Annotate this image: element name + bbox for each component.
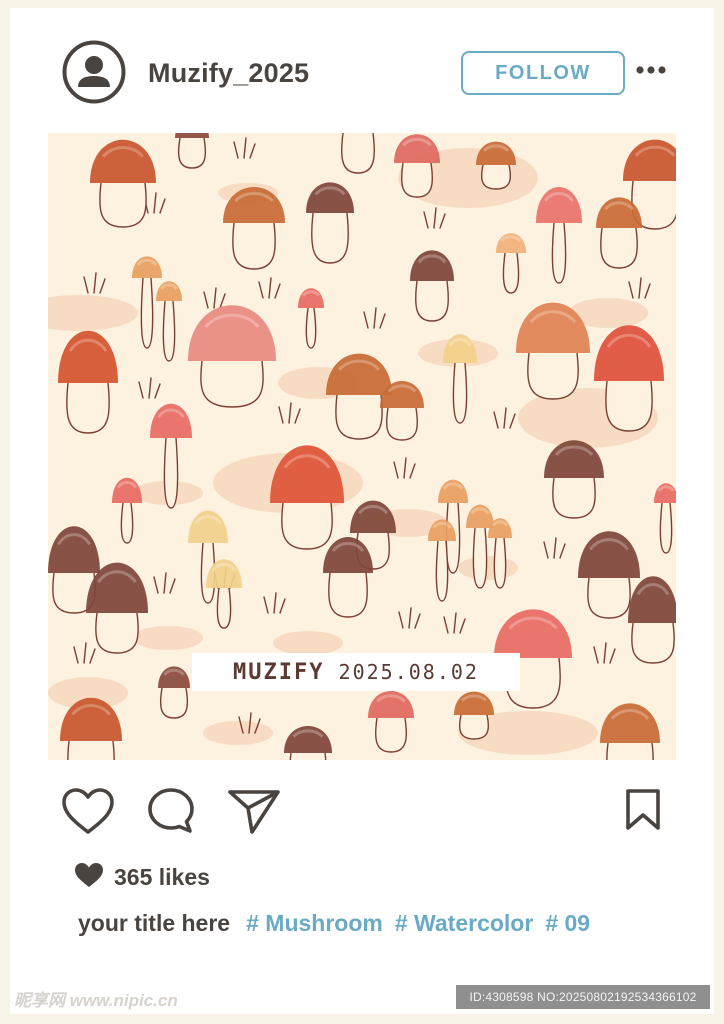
image-caption-band: MUZIFY 2025.08.02	[192, 653, 520, 691]
image-caption-brand: MUZIFY	[233, 659, 325, 685]
hashtag-watercolor[interactable]: # Watercolor	[395, 910, 533, 937]
likes-row: 365 likes	[74, 862, 210, 893]
site-watermark: 昵享网 www.nipic.cn	[14, 991, 178, 1010]
hashtag-mushroom[interactable]: # Mushroom	[246, 910, 383, 937]
post-caption: your title here # Mushroom # Watercolor …	[78, 910, 602, 937]
comment-bubble-icon[interactable]	[146, 786, 196, 841]
user-avatar-icon[interactable]	[62, 40, 126, 104]
heart-outline-icon[interactable]	[60, 786, 116, 841]
follow-button[interactable]: FOLLOW	[461, 51, 625, 95]
username[interactable]: Muzify_2025	[148, 58, 309, 89]
image-caption-date: 2025.08.02	[338, 660, 479, 684]
paper-plane-icon[interactable]	[226, 786, 282, 841]
more-options-icon[interactable]	[636, 58, 666, 82]
likes-count[interactable]: 365 likes	[114, 864, 210, 891]
heart-filled-icon	[74, 862, 104, 893]
hashtag-09[interactable]: # 09	[545, 910, 590, 937]
bookmark-icon[interactable]	[624, 788, 662, 837]
post-title: your title here	[78, 910, 231, 936]
image-id-watermark: ID:4308598 NO:20250802192534366102	[456, 985, 710, 1009]
